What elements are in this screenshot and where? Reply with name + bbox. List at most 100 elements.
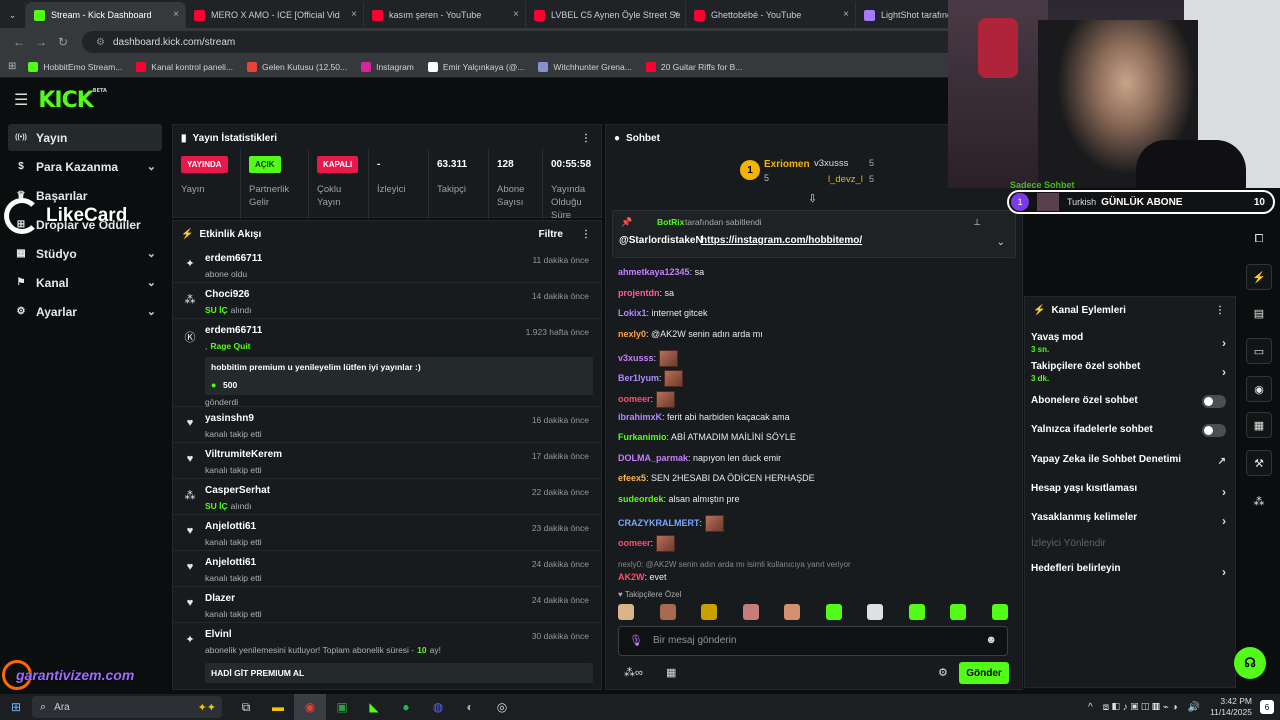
sidebar-item-yay-n[interactable]: ((•)) Yayın	[8, 124, 162, 151]
tab-close-icon[interactable]: ×	[673, 9, 679, 20]
browser-tab[interactable]: Stream - Kick Dashboard ×	[26, 2, 186, 28]
bookmark-item[interactable]: Gelen Kutusu (12.50...	[247, 61, 347, 72]
taskbar-clock[interactable]: 3:42 PM 11/14/2025	[1210, 696, 1252, 718]
sidebar-item-para-kazanma[interactable]: $ Para Kazanma ⌄	[8, 153, 162, 180]
mic-icon[interactable]: 🎙	[629, 634, 643, 647]
chat-username[interactable]: Furkanimio	[618, 432, 667, 442]
chat-username[interactable]: ibrahimxK	[618, 412, 662, 422]
activity-username[interactable]: CasperSerhat	[205, 485, 270, 496]
windows-start-icon[interactable]: ⊞	[0, 694, 32, 720]
notification-badge[interactable]: 6	[1260, 700, 1274, 714]
kick-logo[interactable]: KICKBETA	[38, 88, 107, 113]
activity-username[interactable]: Elvinl	[205, 629, 232, 640]
channel-action-item[interactable]: Takipçilere özel sohbet 3 dk. ›	[1024, 361, 1236, 383]
chat-username[interactable]: oomeer	[618, 538, 651, 548]
kick-app-icon[interactable]: ◣	[358, 694, 390, 720]
chrome-icon[interactable]: ◉	[294, 694, 326, 720]
tab-close-icon[interactable]: ×	[351, 9, 357, 20]
chat-username[interactable]: Lokix1	[618, 308, 647, 318]
browser-tab[interactable]: LVBEL C5 Aynen Öyle Street Se ×	[526, 2, 686, 28]
chat-username[interactable]: efeex5	[618, 473, 646, 483]
chat-username[interactable]: AK2W	[618, 572, 645, 582]
activity-username[interactable]: Anjelotti61	[205, 557, 256, 568]
pinned-by-user[interactable]: BotRix	[657, 217, 684, 227]
second-gifter-name[interactable]: v3xusss	[814, 158, 848, 169]
actions-more-icon[interactable]: ⋮	[1215, 305, 1225, 316]
chat-username[interactable]: ahmetkaya12345	[618, 267, 690, 277]
channel-action-item[interactable]: Hesap yaşı kısıtlaması ›	[1024, 483, 1236, 499]
tray-chevron-icon[interactable]: ^	[1088, 702, 1093, 713]
unpin-icon[interactable]: ⊥	[973, 217, 981, 228]
filter-button[interactable]: Filtre	[539, 229, 563, 240]
spotify-icon[interactable]: ●	[390, 694, 422, 720]
tray-apps-icon[interactable]: ⧈ ◧ ♪ ▣ ◫ ▥ ⌁ ◑	[1103, 702, 1178, 713]
emote-icon[interactable]	[618, 604, 634, 620]
activity-username[interactable]: Anjelotti61	[205, 521, 256, 532]
browser-tab[interactable]: MERO X AMO - ICE [Official Vid ×	[186, 2, 364, 28]
emote-icon[interactable]	[908, 604, 925, 620]
chat-bubble-icon[interactable]: ▭	[1246, 338, 1272, 364]
bookmark-item[interactable]: Witchhunter Grena...	[538, 61, 632, 72]
broadcast-icon[interactable]: ◉	[1246, 376, 1272, 402]
layout-icon[interactable]: ▦	[1246, 412, 1272, 438]
emote-icon[interactable]	[742, 604, 759, 620]
obs-icon[interactable]: ◎	[486, 694, 518, 720]
channel-action-item[interactable]: Hedefleri belirleyin ›	[1024, 563, 1236, 579]
gifts-icon[interactable]: ⁂∞	[624, 666, 643, 679]
chat-username[interactable]: v3xusss	[618, 353, 654, 363]
chat-username[interactable]: sudeordek	[618, 494, 664, 504]
emote-icon[interactable]	[950, 604, 967, 620]
forward-icon[interactable]: →	[30, 35, 52, 49]
tab-close-icon[interactable]: ×	[843, 9, 849, 20]
activity-username[interactable]: Dlazer	[205, 593, 235, 604]
activity-username[interactable]: ViltrumiteKerem	[205, 449, 282, 460]
back-icon[interactable]: ←	[8, 35, 30, 49]
wrench-icon[interactable]: ⚒	[1246, 450, 1272, 476]
excel-icon[interactable]: ▣	[326, 694, 358, 720]
chat-username[interactable]: oomeer	[618, 394, 651, 404]
chat-username[interactable]: projentdn	[618, 288, 660, 298]
activity-username[interactable]: Choci926	[205, 289, 249, 300]
apps-grid-icon[interactable]: ⊞	[8, 61, 16, 72]
reload-icon[interactable]: ↻	[52, 35, 74, 49]
toggle-switch[interactable]	[1202, 424, 1226, 437]
bolt-icon[interactable]: ⚡	[1246, 264, 1272, 290]
sidebar-item-kanal[interactable]: ⚑ Kanal ⌄	[8, 269, 162, 296]
bookmark-item[interactable]: Instagram	[361, 61, 414, 72]
discord-icon[interactable]: ◍	[422, 694, 454, 720]
third-gifter-name[interactable]: l_devz_l	[828, 174, 863, 185]
task-view-icon[interactable]: ⧉	[230, 694, 262, 720]
emote-icon[interactable]	[825, 604, 842, 620]
emote-icon[interactable]	[701, 604, 718, 620]
pinned-link[interactable]: https://instagram.com/hobbitemo/	[701, 235, 862, 246]
volume-icon[interactable]: 🔊	[1188, 702, 1200, 713]
top-gifter-name[interactable]: Exriomen	[764, 159, 810, 170]
bookmark-item[interactable]: HobbitEmo Stream...	[28, 61, 122, 72]
sidebar-item-st-dyo[interactable]: ▦ Stüdyo ⌄	[8, 240, 162, 267]
sidebar-item-ayarlar[interactable]: ⚙ Ayarlar ⌄	[8, 298, 162, 325]
emoji-icon[interactable]: ☻	[985, 634, 997, 646]
steam-icon[interactable]: ◐	[454, 694, 486, 720]
chat-input[interactable]: 🎙 Bir mesaj gönderin ☻	[618, 626, 1008, 656]
chat-username[interactable]: CRAZYKRALMERT	[618, 518, 700, 528]
activity-username[interactable]: erdem66711	[205, 253, 262, 264]
tab-close-icon[interactable]: ×	[513, 9, 519, 20]
send-button[interactable]: Gönder	[959, 662, 1009, 684]
url-field[interactable]: ⚙ dashboard.kick.com/stream	[82, 31, 982, 53]
chat-username[interactable]: nexly0	[618, 329, 646, 339]
channel-action-item[interactable]: Yapay Zeka ile Sohbet Denetimi ↗	[1024, 454, 1236, 467]
channel-action-item[interactable]: Yavaş mod 3 sn. ›	[1024, 332, 1236, 354]
browser-tab[interactable]: kasım şeren - YouTube ×	[364, 2, 526, 28]
bookmark-item[interactable]: Kanal kontrol paneli...	[136, 61, 233, 72]
activity-more-icon[interactable]: ⋮	[581, 229, 591, 240]
channel-action-item[interactable]: Abonelere özel sohbet	[1024, 395, 1236, 408]
store-icon[interactable]: ▦	[666, 666, 676, 679]
chat-settings-icon[interactable]: ⚙	[938, 666, 948, 679]
stats-more-icon[interactable]: ⋮	[581, 133, 591, 144]
browser-tab[interactable]: Ghettobébé - YouTube ×	[686, 2, 856, 28]
chevron-down-icon[interactable]: ⌄	[997, 237, 1005, 248]
activity-username[interactable]: yasinshn9	[205, 413, 254, 424]
activity-username[interactable]: erdem66711	[205, 325, 262, 336]
chat-username[interactable]: DOLMA_parmak	[618, 453, 688, 463]
expand-icon[interactable]: ⇩	[808, 192, 817, 205]
